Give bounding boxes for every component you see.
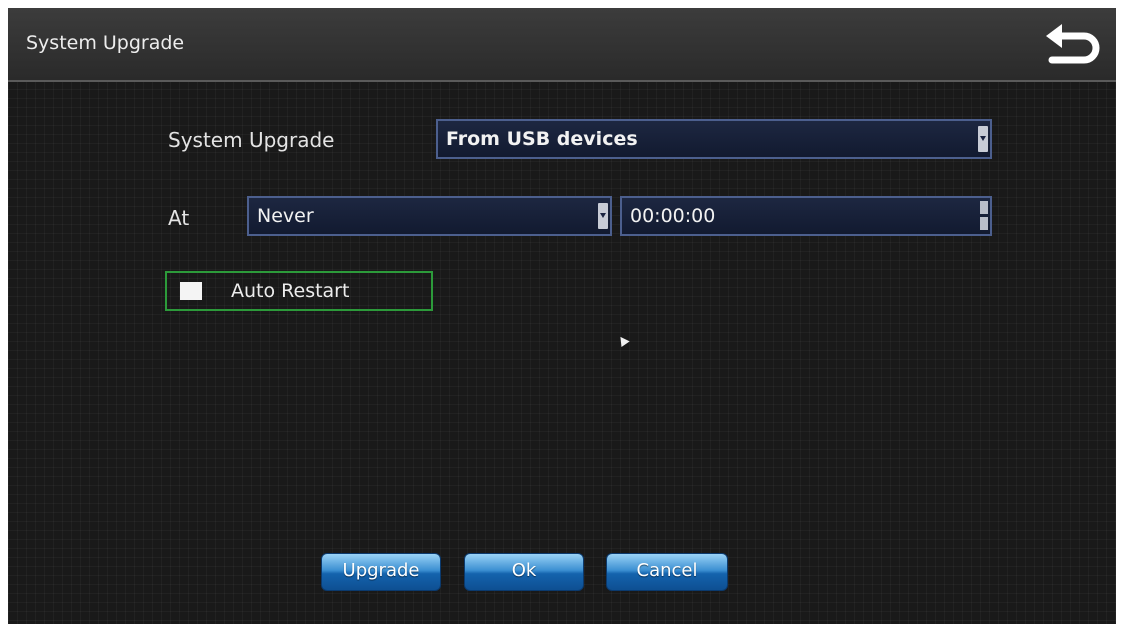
schedule-value: Never [257, 205, 314, 227]
ok-button[interactable]: Ok [464, 553, 584, 591]
cancel-button[interactable]: Cancel [606, 553, 728, 591]
schedule-select[interactable]: Never [247, 196, 612, 236]
spin-up-icon[interactable] [980, 201, 988, 214]
system-upgrade-window: System Upgrade System Upgrade From USB d… [8, 8, 1116, 624]
title-bar: System Upgrade [8, 8, 1116, 82]
mouse-cursor-icon [616, 333, 630, 348]
chevron-down-icon[interactable] [978, 126, 988, 152]
back-button[interactable] [1040, 16, 1106, 72]
spin-down-icon[interactable] [980, 217, 988, 230]
upgrade-button[interactable]: Upgrade [321, 553, 441, 591]
auto-restart-label: Auto Restart [231, 280, 350, 302]
at-label: At [168, 206, 190, 230]
auto-restart-option[interactable]: Auto Restart [165, 271, 433, 311]
upgrade-source-value: From USB devices [446, 128, 638, 150]
auto-restart-checkbox[interactable] [180, 282, 202, 300]
chevron-down-icon[interactable] [598, 203, 608, 229]
time-spinner[interactable] [980, 201, 988, 231]
system-upgrade-label: System Upgrade [168, 128, 335, 152]
time-value: 00:00:00 [630, 205, 716, 227]
back-arrow-icon [1046, 24, 1100, 64]
time-field[interactable]: 00:00:00 [620, 196, 992, 236]
upgrade-source-select[interactable]: From USB devices [436, 119, 992, 159]
window-title: System Upgrade [26, 32, 185, 54]
